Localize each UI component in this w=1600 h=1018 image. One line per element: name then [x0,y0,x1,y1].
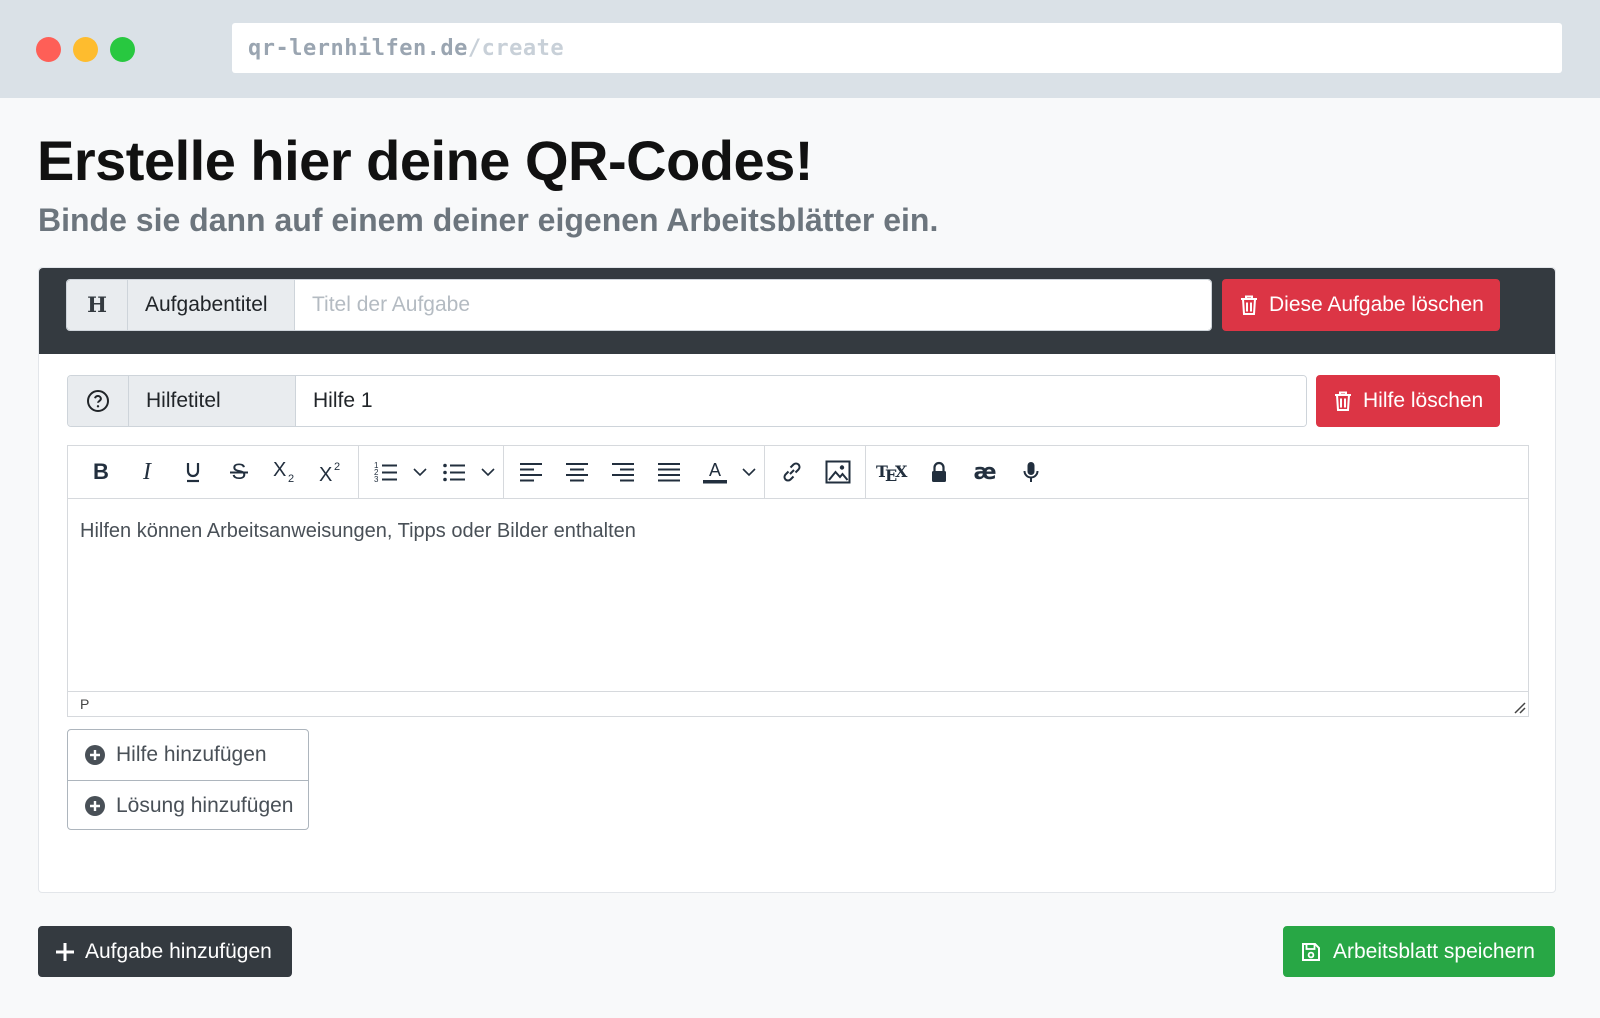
save-worksheet-button[interactable]: Arbeitsblatt speichern [1283,926,1555,977]
editor-content[interactable]: Hilfen können Arbeitsanweisungen, Tipps … [80,520,636,543]
align-right-icon[interactable] [600,452,646,492]
align-center-icon[interactable] [554,452,600,492]
plus-circle-icon [85,795,105,816]
browser-chrome: qr-lernhilfen.de/create [0,0,1600,98]
task-title-label: Aufgabentitel [128,280,295,330]
chevron-down-icon[interactable] [409,452,431,492]
plus-circle-icon [85,745,105,765]
task-card-header: H Aufgabentitel Diese Aufgabe löschen [39,268,1555,354]
svg-text:2: 2 [288,473,294,484]
trash-icon [1241,295,1257,315]
task-title-group: H Aufgabentitel [66,279,1212,331]
ae-ligature-icon[interactable]: æ [962,452,1008,492]
address-bar[interactable]: qr-lernhilfen.de/create [232,23,1562,73]
align-justify-icon[interactable] [646,452,692,492]
rich-text-editor: B I S X2 X2 123 A T E X æ Hilfen können … [67,445,1529,717]
page-subtitle: Binde sie dann auf einem deiner eigenen … [38,202,939,238]
resize-handle-icon[interactable] [1512,700,1526,714]
italic-icon[interactable]: I [124,452,170,492]
question-circle-icon [68,376,129,426]
url-path: /create [467,35,565,61]
subscript-icon[interactable]: X2 [262,452,308,492]
save-worksheet-label: Arbeitsblatt speichern [1333,939,1535,963]
add-solution-button[interactable]: Lösung hinzufügen [68,780,308,830]
svg-text:A: A [709,460,721,480]
lock-icon[interactable] [916,452,962,492]
bold-icon[interactable]: B [78,452,124,492]
add-solution-label: Lösung hinzufügen [116,793,294,817]
task-card: H Aufgabentitel Diese Aufgabe löschen Hi… [38,267,1556,893]
hint-title-label: Hilfetitel [129,376,296,426]
url-host: qr-lernhilfen.de [248,35,468,61]
chevron-down-icon[interactable] [738,452,760,492]
tex-icon[interactable]: TEX [870,452,916,492]
window-close-button[interactable] [36,37,61,62]
page-title: Erstelle hier deine QR-Codes! [37,129,813,192]
delete-hint-label: Hilfe löschen [1363,389,1484,412]
superscript-icon[interactable]: X2 [308,452,354,492]
microphone-icon[interactable] [1008,452,1054,492]
task-title-input[interactable] [295,280,1211,330]
hint-title-input[interactable] [296,376,1306,426]
underline-icon[interactable] [170,452,216,492]
svg-text:3: 3 [374,475,379,484]
delete-hint-button[interactable]: Hilfe löschen [1316,375,1500,427]
svg-text:H: H [87,294,107,316]
toolbar-group-insert [765,445,866,499]
toolbar-group-formatting: B I S X2 X2 [74,445,359,499]
svg-text:2: 2 [334,461,340,473]
hint-title-group: Hilfetitel [67,375,1307,427]
heading-icon: H [67,280,128,330]
plus-icon [56,942,74,961]
add-content-list: Hilfe hinzufügen Lösung hinzufügen [67,729,309,830]
save-icon [1302,942,1320,961]
add-task-label: Aufgabe hinzufügen [85,939,272,963]
align-left-icon[interactable] [508,452,554,492]
add-hint-label: Hilfe hinzufügen [116,743,267,766]
add-hint-button[interactable]: Hilfe hinzufügen [68,730,308,780]
toolbar-group-alignment: A [504,445,765,499]
svg-text:X: X [273,460,286,481]
delete-task-label: Diese Aufgabe löschen [1269,293,1484,316]
numbered-list-icon[interactable]: 123 [363,452,409,492]
toolbar-group-lists: 123 [359,445,504,499]
text-color-icon[interactable]: A [692,452,738,492]
delete-task-button[interactable]: Diese Aufgabe löschen [1222,279,1500,331]
svg-text:X: X [319,464,332,484]
svg-text:æ: æ [973,460,996,484]
add-task-button[interactable]: Aufgabe hinzufügen [38,926,292,977]
chevron-down-icon[interactable] [477,452,499,492]
svg-text:I: I [142,460,152,484]
window-maximize-button[interactable] [110,37,135,62]
link-icon[interactable] [769,452,815,492]
bullet-list-icon[interactable] [431,452,477,492]
trash-icon [1335,391,1351,411]
image-icon[interactable] [815,452,861,492]
editor-toolbar: B I S X2 X2 123 A T E X æ [68,445,1528,499]
svg-text:B: B [93,460,109,484]
svg-text:X: X [895,462,908,481]
strikethrough-icon[interactable]: S [216,452,262,492]
element-path[interactable]: P [80,696,89,712]
toolbar-group-extras: TEX æ [866,446,1058,499]
window-minimize-button[interactable] [73,37,98,62]
editor-statusbar: P [68,691,1528,716]
